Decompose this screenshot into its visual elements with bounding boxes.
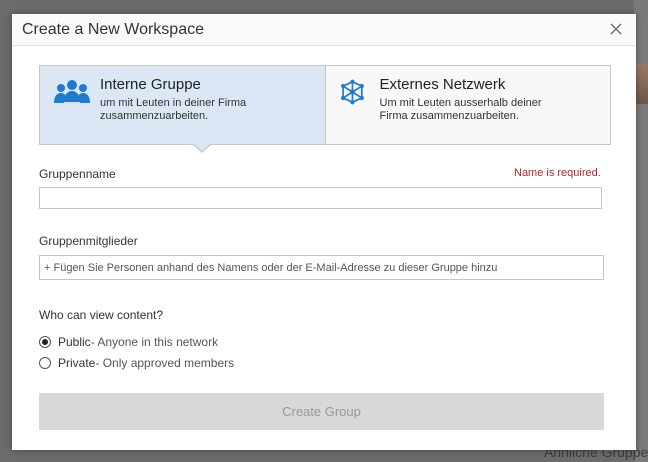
close-icon <box>610 23 622 35</box>
option-external-title: Externes Netzwerk <box>379 76 506 93</box>
private-description: - Only approved members <box>95 356 235 370</box>
visibility-label: Who can view content? <box>39 308 164 322</box>
group-name-label: Gruppenname <box>39 167 116 181</box>
private-radio[interactable] <box>39 357 51 369</box>
close-button[interactable] <box>608 21 624 37</box>
option-external-network[interactable]: Externes Netzwerk Um mit Leuten ausserha… <box>326 66 611 144</box>
option-external-description-line1: Um mit Leuten ausserhalb deiner <box>379 97 542 109</box>
option-internal-group[interactable]: Interne Gruppe um mit Leuten in deiner F… <box>40 66 326 153</box>
dialog-title: Create a New Workspace <box>22 20 204 38</box>
selection-pointer <box>192 143 212 153</box>
background-avatar <box>636 64 648 104</box>
public-label: Public <box>58 335 91 349</box>
group-people-icon <box>54 80 90 103</box>
group-members-input[interactable] <box>39 255 604 280</box>
group-members-label: Gruppenmitglieder <box>39 234 138 248</box>
option-external-description-line2: Firma zusammenzuarbeiten. <box>379 110 519 122</box>
workspace-type-selector: Interne Gruppe um mit Leuten in deiner F… <box>39 65 611 153</box>
visibility-option-private[interactable]: Private - Only approved members <box>39 356 234 370</box>
public-radio[interactable] <box>39 336 51 348</box>
option-internal-description-line1: um mit Leuten in deiner Firma <box>100 97 247 109</box>
option-internal-title: Interne Gruppe <box>100 76 201 93</box>
network-hub-icon <box>340 79 364 105</box>
public-description: - Anyone in this network <box>90 335 219 349</box>
private-label: Private <box>58 356 96 370</box>
dialog-header: Create a New Workspace <box>12 14 636 46</box>
create-workspace-dialog: Create a New Workspace Interne Gruppe um… <box>12 14 636 450</box>
option-internal-description-line2: zusammenzuarbeiten. <box>100 110 209 122</box>
create-group-button[interactable]: Create Group <box>39 393 604 430</box>
group-name-error: Name is required. <box>514 167 601 179</box>
visibility-option-public[interactable]: Public - Anyone in this network <box>39 335 218 349</box>
group-name-input[interactable] <box>39 187 602 209</box>
